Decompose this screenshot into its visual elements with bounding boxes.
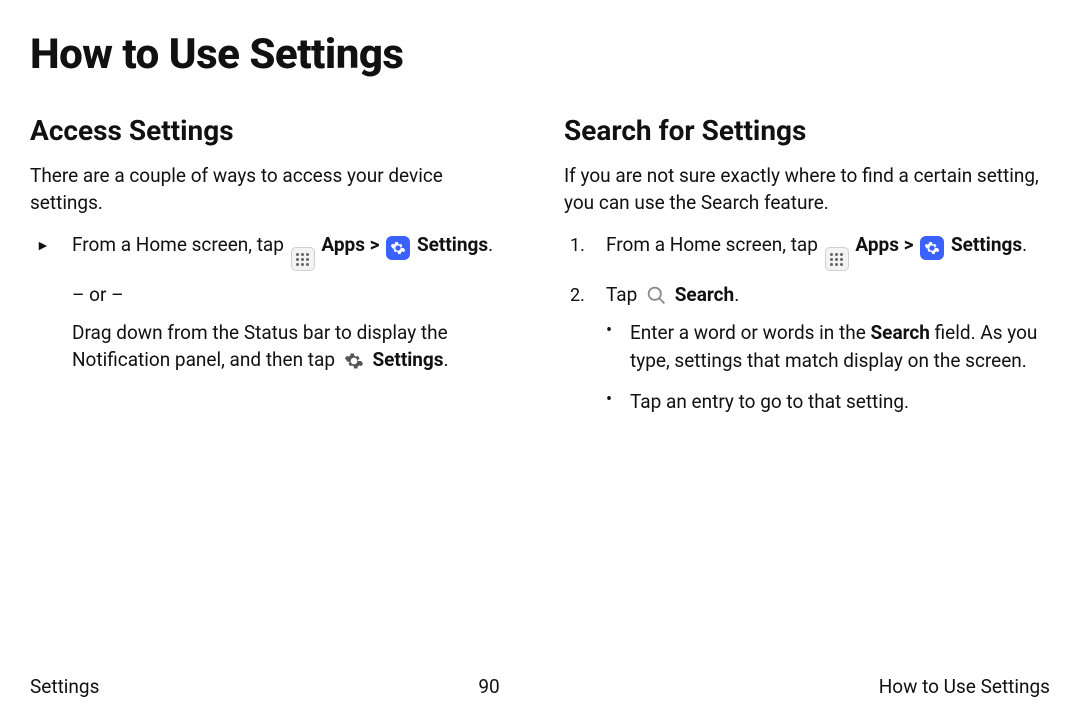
- search-icon: [644, 284, 668, 308]
- apps-label: Apps: [321, 233, 365, 256]
- text-from-home: From a Home screen, tap: [606, 233, 823, 256]
- triangle-marker: ►: [36, 231, 60, 256]
- page-footer: Settings 90 How to Use Settings: [30, 675, 1050, 698]
- search-settings-heading: Search for Settings: [564, 111, 1050, 152]
- bullet-tap-entry: • Tap an entry to go to that setting.: [606, 388, 1050, 416]
- settings-grey-icon: [342, 349, 366, 373]
- drag-settings-label: Settings: [372, 348, 443, 371]
- apps-icon: [825, 247, 849, 271]
- settings-icon: [386, 236, 410, 260]
- page-title: How to Use Settings: [30, 30, 1050, 79]
- step-number-2: 2.: [570, 281, 594, 309]
- bullet-tap-entry-text: Tap an entry to go to that setting.: [630, 388, 909, 416]
- access-settings-heading: Access Settings: [30, 111, 516, 152]
- period: .: [1022, 233, 1027, 256]
- search-label: Search: [675, 283, 734, 306]
- tap-text: Tap: [606, 283, 642, 306]
- settings-label: Settings: [417, 233, 488, 256]
- bullet-enter-word-text: Enter a word or words in the Search fiel…: [630, 319, 1050, 374]
- search-step-2: 2. Tap Search.: [570, 281, 1050, 309]
- search-settings-intro: If you are not sure exactly where to fin…: [564, 162, 1050, 217]
- access-step-home-body: From a Home screen, tap Apps > Settings.: [72, 231, 516, 272]
- drag-suffix: .: [444, 348, 449, 371]
- search-step-2-body: Tap Search.: [606, 281, 1050, 309]
- bullet-enter-word: • Enter a word or words in the Search fi…: [606, 319, 1050, 374]
- content-columns: Access Settings There are a couple of wa…: [30, 111, 1050, 430]
- step2-suffix: .: [734, 283, 739, 306]
- settings-label: Settings: [951, 233, 1022, 256]
- footer-section: Settings: [30, 675, 99, 698]
- access-step-drag: Drag down from the Status bar to display…: [72, 319, 516, 374]
- settings-icon: [920, 236, 944, 260]
- access-step-home: ► From a Home screen, tap Apps > Setting…: [36, 231, 516, 272]
- access-settings-intro: There are a couple of ways to access you…: [30, 162, 516, 217]
- search-settings-column: Search for Settings If you are not sure …: [564, 111, 1050, 430]
- period: .: [488, 233, 493, 256]
- access-settings-column: Access Settings There are a couple of wa…: [30, 111, 516, 430]
- sep: >: [899, 233, 918, 256]
- apps-label: Apps: [855, 233, 899, 256]
- footer-topic: How to Use Settings: [879, 675, 1050, 698]
- search-bullets: • Enter a word or words in the Search fi…: [606, 319, 1050, 416]
- bullet-marker: •: [606, 319, 618, 374]
- sep: >: [365, 233, 384, 256]
- step-number-1: 1.: [570, 231, 594, 259]
- apps-icon: [291, 247, 315, 271]
- footer-page-number: 90: [478, 675, 499, 698]
- bullet-marker: •: [606, 388, 618, 416]
- search-step-1: 1. From a Home screen, tap Apps > Settin…: [570, 231, 1050, 272]
- search-step-1-body: From a Home screen, tap Apps > Settings.: [606, 231, 1050, 272]
- or-separator: – or –: [72, 281, 516, 309]
- text-from-home: From a Home screen, tap: [72, 233, 289, 256]
